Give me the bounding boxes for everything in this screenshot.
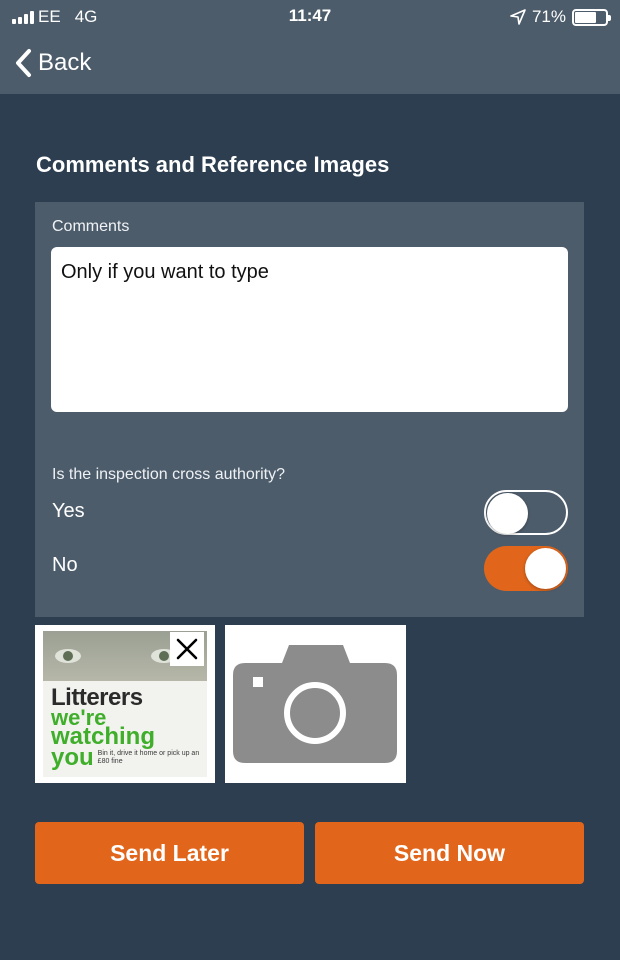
location-arrow-icon: [510, 9, 526, 25]
toggle-knob: [487, 493, 528, 534]
option-no-label: No: [52, 554, 78, 576]
status-bar: EE 4G 11:47 71%: [0, 0, 620, 34]
sign-text: you: [51, 744, 94, 771]
yes-toggle[interactable]: [484, 490, 568, 535]
close-icon: [176, 638, 198, 660]
camera-icon: [233, 645, 397, 763]
back-label: Back: [38, 49, 92, 76]
comments-label: Comments: [52, 218, 130, 235]
send-now-button[interactable]: Send Now: [315, 822, 584, 884]
comments-card: Comments Only if you want to type Is the…: [35, 202, 584, 617]
sign-small-text: Bin it, drive it home or pick up an £80 …: [97, 750, 200, 765]
section-title: Comments and Reference Images: [36, 152, 390, 177]
send-later-button[interactable]: Send Later: [35, 822, 304, 884]
no-toggle[interactable]: [484, 546, 568, 591]
sign-graphic: Litterers we're watching you Bin it, dri…: [43, 681, 207, 777]
remove-image-button[interactable]: [170, 632, 204, 666]
chevron-left-icon: [16, 49, 31, 77]
add-image-button[interactable]: [225, 625, 406, 783]
status-right: 71%: [510, 7, 611, 27]
option-yes-label: Yes: [52, 500, 85, 522]
eye-graphic: [55, 649, 81, 663]
battery-fill: [575, 11, 597, 23]
navigation-bar: Back: [0, 34, 620, 94]
toggle-knob: [525, 548, 566, 589]
battery-percent: 71%: [531, 7, 566, 26]
cross-authority-question: Is the inspection cross authority?: [52, 466, 286, 483]
battery-icon: [572, 8, 611, 26]
comments-input[interactable]: Only if you want to type: [51, 247, 568, 412]
back-button[interactable]: Back: [14, 48, 91, 78]
